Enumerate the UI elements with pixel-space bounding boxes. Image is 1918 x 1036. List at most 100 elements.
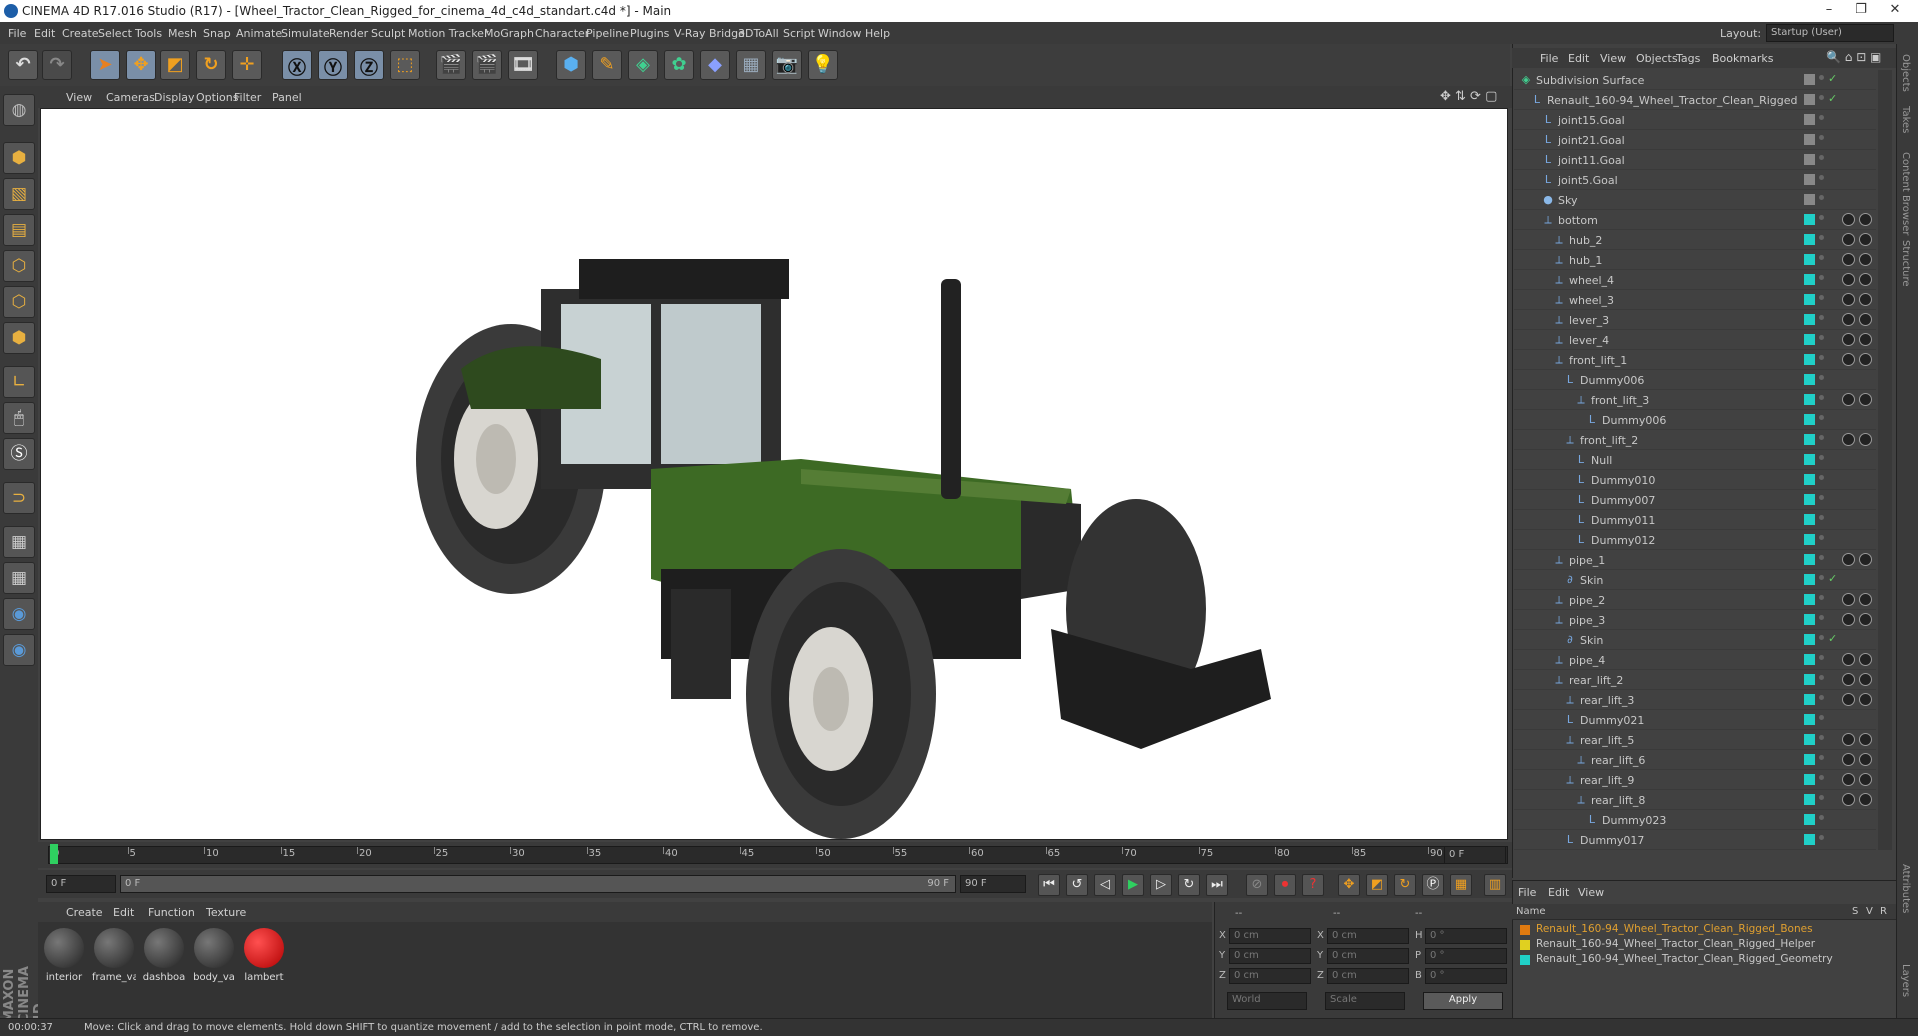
previous-key-button[interactable]: ↺ <box>1066 874 1088 896</box>
layer-color-tag[interactable] <box>1804 434 1815 445</box>
visibility-dot[interactable] <box>1819 735 1824 740</box>
python-script-1-button[interactable]: ◉ <box>3 598 35 630</box>
visibility-dot[interactable] <box>1819 335 1824 340</box>
end-frame-field[interactable]: 90 F <box>960 875 1026 893</box>
lock-workplane-button[interactable]: ▦ <box>3 526 35 558</box>
material-tag-icon[interactable] <box>1842 673 1855 686</box>
close-button[interactable]: ✕ <box>1880 2 1910 20</box>
rotation-h-field[interactable]: 0 ° <box>1425 928 1507 944</box>
visibility-dot[interactable] <box>1819 435 1824 440</box>
material-tag-icon[interactable] <box>1859 313 1872 326</box>
visibility-dot[interactable] <box>1819 275 1824 280</box>
material-swatch[interactable]: dashboa <box>142 926 186 986</box>
next-frame-button[interactable]: ▷ <box>1150 874 1172 896</box>
visibility-dot[interactable] <box>1819 195 1824 200</box>
menu-pipeline[interactable]: Pipeline <box>586 27 629 40</box>
object-row[interactable]: ⟂ front_lift_3 <box>1514 390 1876 410</box>
keyframe-selection-button[interactable]: ? <box>1302 874 1324 896</box>
material-tag-icon[interactable] <box>1842 733 1855 746</box>
position-x-field[interactable]: 0 cm <box>1229 928 1311 944</box>
material-tag-icon[interactable] <box>1842 773 1855 786</box>
visibility-dot[interactable] <box>1819 655 1824 660</box>
visibility-dot[interactable] <box>1819 455 1824 460</box>
material-tag-icon[interactable] <box>1859 693 1872 706</box>
rotation-p-field[interactable]: 0 ° <box>1425 948 1507 964</box>
menu-animate[interactable]: Animate <box>236 27 282 40</box>
object-row[interactable]: L Dummy021 <box>1514 710 1876 730</box>
object-row[interactable]: ⟂ pipe_3 <box>1514 610 1876 630</box>
light-button[interactable]: 💡 <box>808 50 838 80</box>
layer-color-tag[interactable] <box>1804 254 1815 265</box>
enabled-check-icon[interactable]: ✓ <box>1828 632 1837 645</box>
viewport-menu-cameras[interactable]: Cameras <box>106 91 155 104</box>
object-row[interactable]: L Null <box>1514 450 1876 470</box>
material-tag-icon[interactable] <box>1859 393 1872 406</box>
texture-mode-button[interactable]: ▧ <box>3 178 35 210</box>
menu-render[interactable]: Render <box>329 27 368 40</box>
side-tab-attributes[interactable]: Attributes <box>1900 864 1911 913</box>
coordinate-system-button[interactable]: ⬚ <box>390 50 420 80</box>
timeline-playhead[interactable] <box>50 844 58 864</box>
menu-mesh[interactable]: Mesh <box>168 27 197 40</box>
key-scale-button[interactable]: ◩ <box>1366 874 1388 896</box>
object-row[interactable]: L Dummy012 <box>1514 530 1876 550</box>
object-row[interactable]: ⟂ lever_4 <box>1514 330 1876 350</box>
menu-v-ray-bridge[interactable]: V-Ray Bridge <box>674 27 745 40</box>
visibility-dot[interactable] <box>1819 115 1824 120</box>
layout-dropdown[interactable]: Startup (User) <box>1766 24 1894 42</box>
object-row[interactable]: Ljoint5.Goal <box>1514 170 1876 190</box>
material-tag-icon[interactable] <box>1842 433 1855 446</box>
layer-color-tag[interactable] <box>1804 294 1815 305</box>
object-row[interactable]: ⟂ rear_lift_2 <box>1514 670 1876 690</box>
material-tag-icon[interactable] <box>1842 553 1855 566</box>
material-tag-icon[interactable] <box>1842 213 1855 226</box>
visibility-dot[interactable] <box>1819 775 1824 780</box>
tweak-mode-button[interactable]: 🖱 <box>3 402 35 434</box>
visibility-dot[interactable] <box>1819 175 1824 180</box>
object-row[interactable]: ⟂ rear_lift_6 <box>1514 750 1876 770</box>
material-tag-icon[interactable] <box>1859 773 1872 786</box>
material-tag-icon[interactable] <box>1859 293 1872 306</box>
layer-color-tag[interactable] <box>1804 654 1815 665</box>
layer-color-tag[interactable] <box>1804 614 1815 625</box>
layer-menu-edit[interactable]: Edit <box>1548 886 1569 899</box>
visibility-dot[interactable] <box>1819 615 1824 620</box>
material-tag-icon[interactable] <box>1859 253 1872 266</box>
go-to-start-button[interactable]: ⏮ <box>1038 874 1060 896</box>
object-row[interactable]: ⟂ wheel_3 <box>1514 290 1876 310</box>
material-tag-icon[interactable] <box>1859 433 1872 446</box>
object-row[interactable]: L Dummy006 <box>1514 410 1876 430</box>
previous-frame-button[interactable]: ◁ <box>1094 874 1116 896</box>
position-z-field[interactable]: 0 cm <box>1229 968 1311 984</box>
visibility-dot[interactable] <box>1819 795 1824 800</box>
key-position-button[interactable]: ✥ <box>1338 874 1360 896</box>
object-row[interactable]: L Dummy007 <box>1514 490 1876 510</box>
object-row[interactable]: L Dummy006 <box>1514 370 1876 390</box>
x-axis-button[interactable]: Ⓧ <box>282 50 312 80</box>
select-tool-button[interactable]: ➤ <box>90 50 120 80</box>
side-tab-objects[interactable]: Objects <box>1900 54 1911 92</box>
layer-color-tag[interactable] <box>1804 174 1815 185</box>
object-row[interactable]: ⟂ rear_lift_3 <box>1514 690 1876 710</box>
layer-color-tag[interactable] <box>1804 414 1815 425</box>
undo-button[interactable]: ↶ <box>8 50 38 80</box>
layer-row[interactable]: Renault_160-94_Wheel_Tractor_Clean_Rigge… <box>1516 952 1886 967</box>
material-swatch[interactable]: interior <box>42 926 86 986</box>
material-tag-icon[interactable] <box>1842 693 1855 706</box>
size-y-field[interactable]: 0 cm <box>1327 948 1409 964</box>
object-row[interactable]: Ljoint15.Goal <box>1514 110 1876 130</box>
menu-sculpt[interactable]: Sculpt <box>371 27 405 40</box>
object-row[interactable]: ⟂ lever_3 <box>1514 310 1876 330</box>
material-menu-texture[interactable]: Texture <box>206 906 246 919</box>
visibility-dot[interactable] <box>1819 475 1824 480</box>
menu-edit[interactable]: Edit <box>34 27 55 40</box>
object-row[interactable]: ⟂ wheel_4 <box>1514 270 1876 290</box>
z-axis-button[interactable]: Ⓩ <box>354 50 384 80</box>
visibility-dot[interactable] <box>1819 315 1824 320</box>
material-menu-edit[interactable]: Edit <box>113 906 134 919</box>
deformer-button[interactable]: ◆ <box>700 50 730 80</box>
render-settings-button[interactable]: 🎞 <box>508 50 538 80</box>
material-tag-icon[interactable] <box>1842 613 1855 626</box>
material-tag-icon[interactable] <box>1842 233 1855 246</box>
object-menu-bookmarks[interactable]: Bookmarks <box>1712 52 1773 65</box>
